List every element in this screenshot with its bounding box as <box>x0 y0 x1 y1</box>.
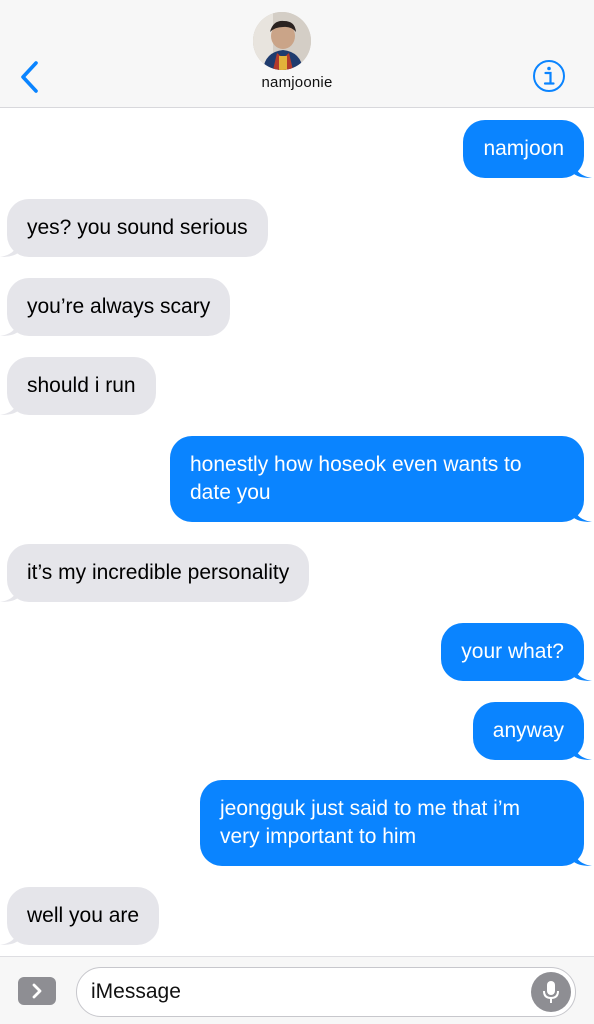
bubble-tail <box>574 663 592 681</box>
message-bubble-received[interactable]: you’re always scary <box>0 278 231 336</box>
info-button[interactable] <box>532 59 566 93</box>
bubble-tail <box>574 160 592 178</box>
microphone-button[interactable] <box>531 972 571 1012</box>
message-text: well you are <box>27 904 140 927</box>
message-composer <box>0 956 594 1024</box>
message-thread[interactable]: namjoon yes? you sound serious you’re al… <box>0 108 594 956</box>
contact-avatar[interactable] <box>253 12 311 70</box>
message-bubble-received[interactable]: it’s my incredible personality <box>0 544 310 602</box>
conversation-header: namjoonie <box>0 0 594 108</box>
avatar-photo <box>253 12 311 70</box>
message-bubble-sent[interactable]: honestly how hoseok even wants to date y… <box>170 436 592 522</box>
message-bubble-sent[interactable]: your what? <box>441 623 592 681</box>
message-text: it’s my incredible personality <box>27 561 290 584</box>
message-input-box[interactable] <box>76 967 576 1017</box>
chevron-right-icon <box>32 983 42 999</box>
message-text: anyway <box>492 719 564 742</box>
message-text: yes? you sound serious <box>27 216 248 239</box>
message-bubble-received[interactable]: should i run <box>0 357 156 415</box>
bubble-tail <box>574 848 592 866</box>
info-icon <box>533 60 565 92</box>
bubble-tail <box>0 397 18 415</box>
message-bubble-received[interactable]: well you are <box>0 887 160 945</box>
message-bubble-received[interactable]: yes? you sound serious <box>0 199 268 257</box>
message-text: namjoon <box>483 137 564 160</box>
message-input[interactable] <box>91 968 521 1015</box>
bubble-tail <box>0 239 18 257</box>
message-bubble-sent[interactable]: jeongguk just said to me that i’m very i… <box>200 780 592 866</box>
contact-name[interactable]: namjoonie <box>0 74 594 91</box>
message-text: honestly how hoseok even wants to date y… <box>190 453 522 504</box>
message-text: your what? <box>461 640 564 663</box>
bubble-tail <box>574 504 592 522</box>
bubble-tail <box>0 584 18 602</box>
bubble-tail <box>574 742 592 760</box>
apps-button[interactable] <box>18 977 56 1005</box>
message-text: jeongguk just said to me that i’m very i… <box>220 797 520 848</box>
bubble-tail <box>0 927 18 945</box>
message-text: you’re always scary <box>27 295 211 318</box>
message-text: should i run <box>27 374 136 397</box>
bubble-tail <box>0 318 18 336</box>
message-bubble-sent[interactable]: namjoon <box>463 120 592 178</box>
microphone-icon <box>543 981 559 1003</box>
message-bubble-sent[interactable]: anyway <box>472 702 592 760</box>
